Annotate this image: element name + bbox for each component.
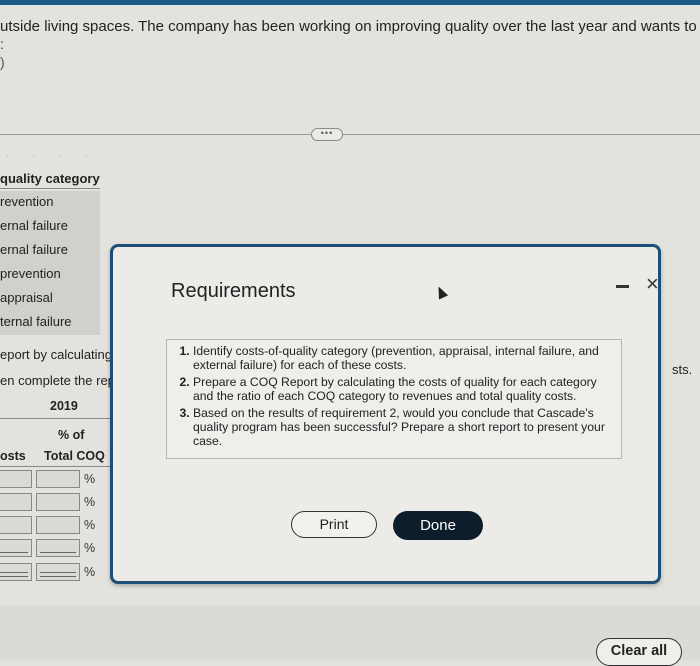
cost-input-cell[interactable] (0, 516, 32, 534)
costs-header: osts (0, 449, 26, 463)
cost-input-cell[interactable] (0, 493, 32, 511)
pct-total-coq-input[interactable] (36, 563, 80, 581)
quality-category-item: ernal failure (0, 242, 68, 257)
percent-symbol: % (84, 541, 96, 555)
pct-total-coq-input[interactable] (36, 493, 80, 511)
print-button[interactable]: Print (291, 511, 377, 538)
year-header: 2019 (50, 399, 78, 413)
requirement-item: Prepare a COQ Report by calculating the … (193, 375, 611, 403)
quality-category-item: prevention (0, 266, 61, 281)
problem-intro-text-3: ) (0, 54, 5, 70)
requirements-list: Identify costs-of-quality category (prev… (167, 340, 621, 448)
percent-symbol: % (84, 495, 96, 509)
requirements-dialog: Requirements × Identify costs-of-quality… (110, 244, 661, 584)
quality-category-item: ternal failure (0, 314, 72, 329)
section-divider (0, 134, 700, 135)
done-button[interactable]: Done (393, 511, 483, 540)
pct-total-coq-input[interactable] (36, 470, 80, 488)
problem-intro-text-2: : (0, 36, 4, 52)
quality-category-item: ernal failure (0, 218, 68, 233)
requirement-item: Based on the results of requirement 2, w… (193, 406, 611, 448)
report-instruction-1: eport by calculating th (0, 347, 127, 362)
faint-text: · · · · (6, 150, 98, 161)
quality-category-header: quality category (0, 171, 100, 189)
minimize-icon[interactable] (616, 285, 629, 288)
pct-of-header: % of (58, 428, 85, 442)
expand-more-button[interactable]: ••• (311, 128, 343, 141)
quality-category-item: appraisal (0, 290, 53, 305)
percent-symbol: % (84, 472, 96, 486)
clear-all-button[interactable]: Clear all (596, 638, 682, 666)
percent-symbol: % (84, 518, 96, 532)
top-bar (0, 0, 700, 5)
close-icon[interactable]: × (646, 271, 659, 297)
header-underline (0, 466, 112, 467)
requirements-box: Identify costs-of-quality category (prev… (166, 339, 622, 459)
mouse-cursor-icon (433, 284, 449, 300)
quality-category-item: revention (0, 194, 54, 209)
year-underline (0, 418, 112, 419)
dialog-title: Requirements (171, 280, 296, 302)
cost-input-cell[interactable] (0, 470, 32, 488)
requirement-item: Identify costs-of-quality category (prev… (193, 344, 611, 372)
background-text-fragment: sts. (672, 362, 693, 377)
cost-input-cell[interactable] (0, 539, 32, 557)
footer-bar (0, 605, 700, 660)
quality-category-list: revention ernal failure ernal failure pr… (0, 191, 100, 335)
pct-total-coq-input[interactable] (36, 516, 80, 534)
cost-input-cell[interactable] (0, 563, 32, 581)
problem-intro-text: utside living spaces. The company has be… (0, 18, 700, 35)
percent-symbol: % (84, 565, 96, 579)
report-instruction-2: en complete the repo (0, 373, 123, 388)
total-coq-header: Total COQ (44, 449, 105, 463)
pct-total-coq-input[interactable] (36, 539, 80, 557)
